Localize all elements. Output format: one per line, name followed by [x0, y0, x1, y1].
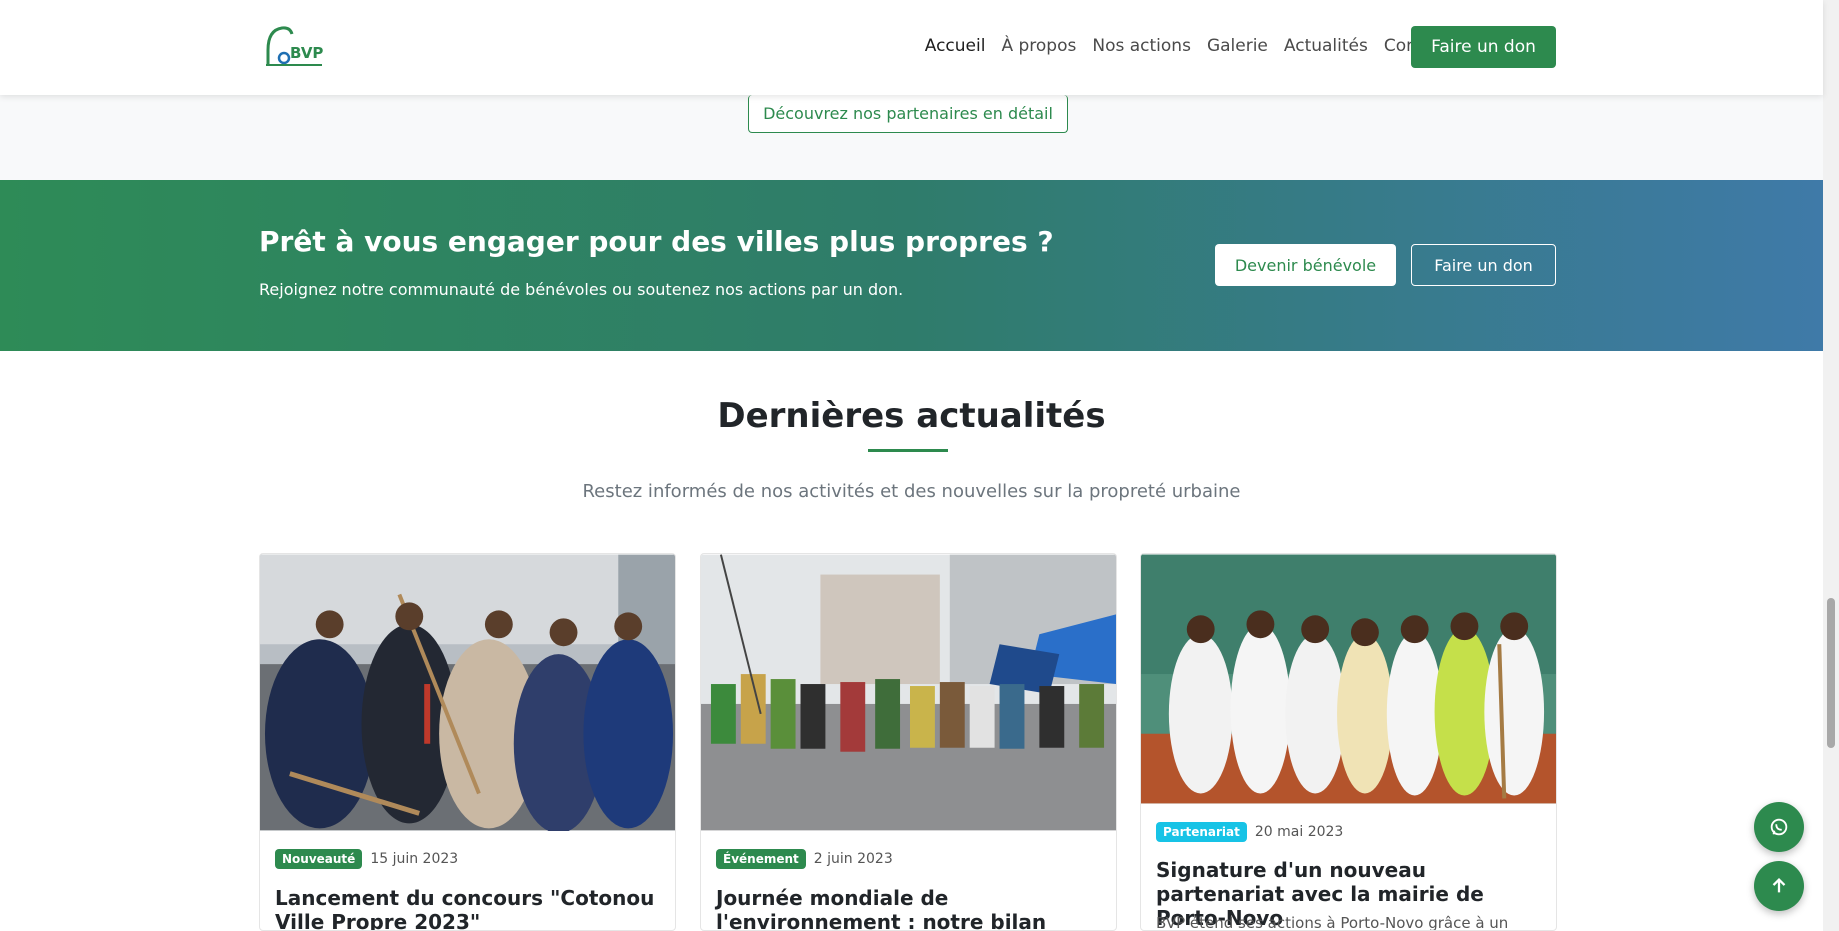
nav-item-nos-actions[interactable]: Nos actions [1092, 36, 1191, 56]
news-date: 2 juin 2023 [813, 851, 893, 867]
news-title[interactable]: Journée mondiale de l'environnement : no… [716, 886, 1101, 930]
cta-banner: Prêt à vous engager pour des villes plus… [0, 180, 1823, 351]
category-badge: Événement [716, 849, 806, 869]
news-subtitle: Restez informés de nos activités et des … [582, 481, 1241, 502]
news-date: 20 mai 2023 [1254, 824, 1344, 840]
news-image-partnership-team [1141, 554, 1556, 804]
news-date: 15 juin 2023 [370, 851, 459, 867]
whatsapp-button[interactable] [1754, 802, 1804, 852]
nav-item-actualites[interactable]: Actualités [1284, 36, 1368, 56]
nav-item-accueil[interactable]: Accueil [925, 36, 986, 56]
nav-item-galerie[interactable]: Galerie [1207, 36, 1268, 56]
news-title[interactable]: Lancement du concours "Cotonou Ville Pro… [275, 886, 660, 930]
news-excerpt: BVP étend ses actions à Porto-Novo grâce… [1156, 914, 1509, 931]
scrollbar-thumb[interactable] [1827, 598, 1835, 748]
logo[interactable]: BVP [262, 24, 326, 70]
cta-title: Prêt à vous engager pour des villes plus… [259, 225, 1054, 258]
news-image-cleanup-ceremony [260, 554, 675, 831]
main-nav: Accueil À propos Nos actions Galerie Act… [925, 36, 1450, 56]
page-scrollbar[interactable] [1823, 0, 1839, 931]
donate-button-cta[interactable]: Faire un don [1411, 244, 1556, 286]
logo-mark-icon: BVP [266, 26, 323, 66]
category-badge: Partenariat [1156, 822, 1247, 842]
volunteer-button[interactable]: Devenir bénévole [1215, 244, 1396, 286]
nav-item-a-propos[interactable]: À propos [1001, 36, 1076, 56]
site-header: BVP Accueil À propos Nos actions Galerie… [0, 0, 1823, 95]
card-meta: Partenariat 20 mai 2023 [1156, 822, 1343, 842]
back-to-top-button[interactable] [1754, 861, 1804, 911]
news-card[interactable]: Nouveauté 15 juin 2023 Lancement du conc… [259, 553, 676, 931]
title-underline [868, 449, 948, 452]
donate-button-header[interactable]: Faire un don [1411, 26, 1556, 68]
news-image-environment-day [701, 554, 1116, 831]
news-card[interactable]: Événement 2 juin 2023 Journée mondiale d… [700, 553, 1117, 931]
discover-partners-button[interactable]: Découvrez nos partenaires en détail [748, 95, 1068, 133]
card-meta: Nouveauté 15 juin 2023 [275, 849, 458, 869]
partners-section: Découvrez nos partenaires en détail [0, 95, 1823, 180]
card-meta: Événement 2 juin 2023 [716, 849, 893, 869]
arrow-up-icon [1772, 877, 1786, 893]
news-section-title: Dernières actualités [717, 396, 1106, 436]
whatsapp-icon [1770, 818, 1788, 836]
logo-text: BVP [290, 44, 323, 62]
category-badge: Nouveauté [275, 849, 363, 869]
cta-text: Rejoignez notre communauté de bénévoles … [259, 280, 904, 299]
news-card[interactable]: Partenariat 20 mai 2023 Signature d'un n… [1140, 553, 1557, 931]
